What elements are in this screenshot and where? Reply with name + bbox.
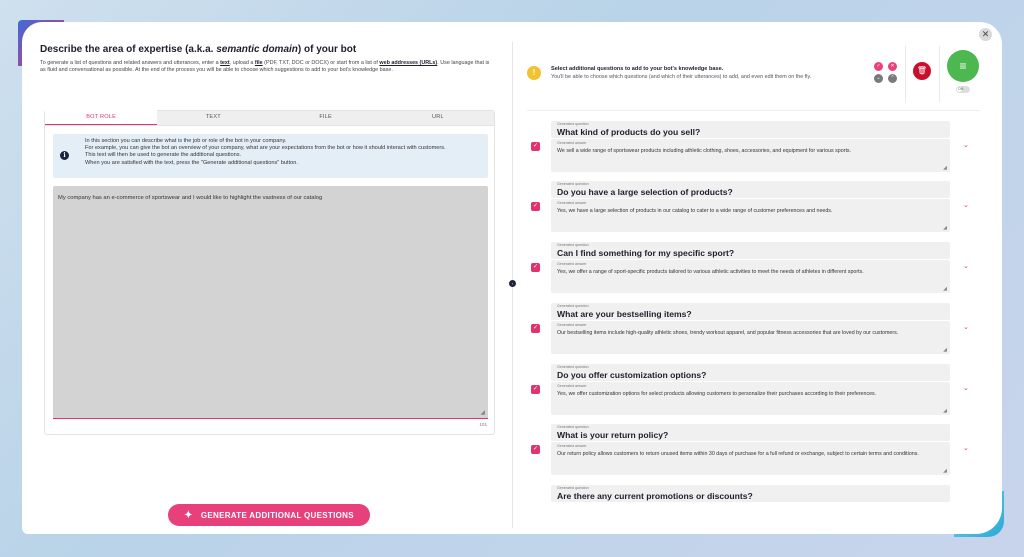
deselect-all-icon[interactable]: ✕ [888, 62, 897, 71]
source-tabs: BOT ROLE TEXT FILE URL i In this section… [44, 110, 495, 435]
file-link[interactable]: file [255, 60, 263, 66]
chevron-down-icon[interactable]: ⌄ [963, 444, 969, 452]
chevron-down-icon[interactable]: ⌄ [963, 141, 969, 149]
warning-icon: ! [527, 66, 541, 80]
answer-field[interactable]: Generated answer Our return policy allow… [551, 442, 950, 475]
bot-role-textarea[interactable]: My company has an e-commerce of sportswe… [53, 186, 488, 419]
question-field[interactable]: Generated question Are there any current… [551, 485, 950, 502]
toolbar-separator [905, 46, 906, 102]
answer-field[interactable]: Generated answer Yes, we have a large se… [551, 199, 950, 232]
chevron-down-icon[interactable]: ⌄ [963, 201, 969, 209]
question-field[interactable]: Generated question What is your return p… [551, 424, 950, 441]
resize-handle-icon[interactable]: ◢ [480, 409, 485, 416]
chevron-down-icon[interactable]: ⌄ [963, 384, 969, 392]
sparkle-icon: ✦ [184, 509, 193, 521]
resize-handle-icon[interactable]: ◢ [943, 468, 947, 474]
resize-handle-icon[interactable]: ◢ [943, 408, 947, 414]
question-field[interactable]: Generated question Do you have a large s… [551, 181, 950, 198]
question-field[interactable]: Generated question Do you offer customiz… [551, 364, 950, 381]
tab-file[interactable]: FILE [270, 110, 382, 125]
header-divider [527, 110, 980, 111]
expand-all-icon[interactable]: ⌄ [874, 74, 883, 83]
tab-bar: BOT ROLE TEXT FILE URL [45, 110, 494, 126]
tab-bot-role[interactable]: BOT ROLE [45, 110, 158, 125]
info-icon: i [60, 151, 69, 160]
qa-checkbox[interactable]: ✓ [531, 263, 540, 272]
toolbar-separator [939, 46, 940, 102]
resize-handle-icon[interactable]: ◢ [943, 225, 947, 231]
web-addresses-link[interactable]: web addresses (URLs) [379, 60, 437, 66]
right-panel-subtitle: You'll be able to choose which questions… [551, 74, 812, 80]
chevron-down-icon[interactable]: ⌄ [963, 323, 969, 331]
chevron-down-icon[interactable]: ⌄ [963, 262, 969, 270]
qa-checkbox[interactable]: ✓ [531, 385, 540, 394]
qa-checkbox[interactable]: ✓ [531, 202, 540, 211]
question-field[interactable]: Generated question Can I find something … [551, 242, 950, 259]
answer-field[interactable]: Generated answer Yes, we offer a range o… [551, 260, 950, 293]
delete-icon[interactable]: 🗑 [913, 62, 931, 80]
wizard-modal: ✕ Describe the area of expertise (a.k.a.… [22, 22, 1002, 534]
resize-handle-icon[interactable]: ◢ [943, 347, 947, 353]
answer-field[interactable]: Generated answer Yes, we offer customiza… [551, 382, 950, 415]
answer-field[interactable]: Generated answer We sell a wide range of… [551, 139, 950, 172]
tab-text[interactable]: TEXT [157, 110, 269, 125]
info-banner: i In this section you can describe what … [53, 134, 488, 178]
select-all-icon[interactable]: ✓ [874, 62, 883, 71]
resize-handle-icon[interactable]: ◢ [943, 286, 947, 292]
domain-panel: Describe the area of expertise (a.k.a. s… [40, 44, 496, 435]
textarea-value: My company has an e-commerce of sportswe… [58, 195, 323, 201]
toggle-label: ON [958, 87, 964, 91]
generate-questions-button[interactable]: ✦ GENERATE ADDITIONAL QUESTIONS [168, 504, 370, 526]
panel-title: Describe the area of expertise (a.k.a. s… [40, 44, 357, 55]
resize-dot-icon[interactable]: ‹ [509, 280, 516, 287]
tab-url[interactable]: URL [382, 110, 494, 125]
qa-checkbox[interactable]: ✓ [531, 324, 540, 333]
add-to-knowledge-base-icon[interactable]: ≡ [947, 50, 979, 82]
resize-handle-icon[interactable]: ◢ [943, 165, 947, 171]
answer-field[interactable]: Generated answer Our bestselling items i… [551, 321, 950, 354]
info-text: In this section you can describe what is… [85, 138, 446, 166]
qa-checkbox[interactable]: ✓ [531, 142, 540, 151]
qa-checkbox[interactable]: ✓ [531, 445, 540, 454]
panel-intro: To generate a list of questions and rela… [40, 60, 490, 73]
text-link[interactable]: text [220, 60, 230, 66]
collapse-all-icon[interactable]: ⌃ [888, 74, 897, 83]
question-field[interactable]: Generated question What are your bestsel… [551, 303, 950, 320]
question-field[interactable]: Generated question What kind of products… [551, 121, 950, 138]
close-icon[interactable]: ✕ [979, 28, 992, 41]
right-panel-title: Select additional questions to add to yo… [551, 66, 724, 72]
char-count: 101 [479, 422, 487, 427]
